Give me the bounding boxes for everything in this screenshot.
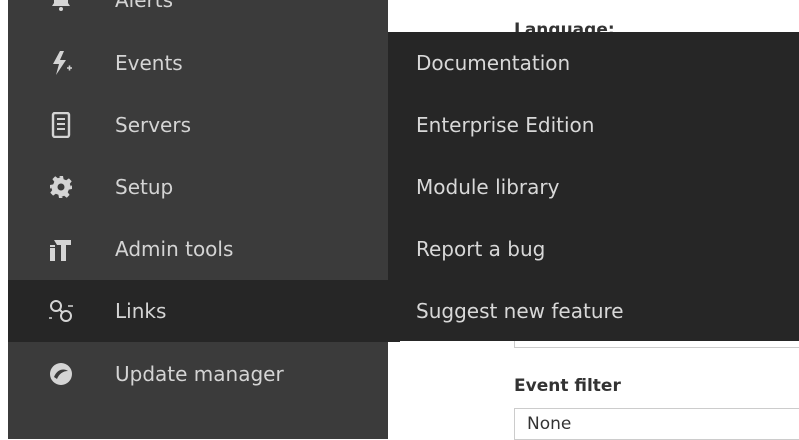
update-manager-icon — [48, 361, 74, 387]
event-filter-label: Event filter — [514, 376, 621, 396]
sidebar-item-label: Setup — [115, 175, 174, 199]
admin-tools-icon — [48, 236, 74, 262]
submenu-item-enterprise-edition[interactable]: Enterprise Edition — [416, 94, 796, 156]
sidebar-item-setup[interactable]: Setup — [8, 156, 388, 218]
sidebar: Alerts Events Servers Setup Admin tools … — [8, 0, 400, 439]
submenu-item-report-a-bug[interactable]: Report a bug — [416, 218, 796, 280]
sidebar-item-label: Update manager — [115, 362, 284, 386]
sidebar-item-alerts[interactable]: Alerts — [8, 0, 388, 31]
submenu-item-label: Enterprise Edition — [416, 113, 595, 137]
sidebar-item-label: Alerts — [115, 0, 174, 12]
submenu-item-module-library[interactable]: Module library — [416, 156, 796, 218]
sidebar-item-links[interactable]: Links — [8, 280, 400, 342]
submenu-item-label: Documentation — [416, 51, 571, 75]
sidebar-item-label: Links — [115, 299, 167, 323]
lightning-icon — [48, 50, 74, 76]
sidebar-item-label: Servers — [115, 113, 192, 137]
submenu-item-label: Suggest new feature — [416, 299, 624, 323]
event-filter-value: None — [527, 414, 572, 434]
sidebar-item-update-manager[interactable]: Update manager — [8, 343, 388, 405]
submenu-item-suggest-new-feature[interactable]: Suggest new feature — [416, 280, 796, 342]
link-icon — [48, 298, 74, 324]
submenu-item-documentation[interactable]: Documentation — [416, 32, 796, 94]
sidebar-item-servers[interactable]: Servers — [8, 94, 388, 156]
sidebar-item-events[interactable]: Events — [8, 32, 388, 94]
sidebar-item-label: Events — [115, 51, 183, 75]
submenu-item-label: Report a bug — [416, 237, 546, 261]
gear-icon — [48, 174, 74, 200]
sidebar-item-label: Admin tools — [115, 237, 234, 261]
links-submenu: Documentation Enterprise Edition Module … — [388, 32, 799, 341]
event-filter-select[interactable]: None — [514, 408, 799, 440]
bell-icon — [48, 0, 74, 13]
sidebar-item-admin-tools[interactable]: Admin tools — [8, 218, 388, 280]
server-icon — [48, 112, 74, 138]
submenu-item-label: Module library — [416, 175, 560, 199]
